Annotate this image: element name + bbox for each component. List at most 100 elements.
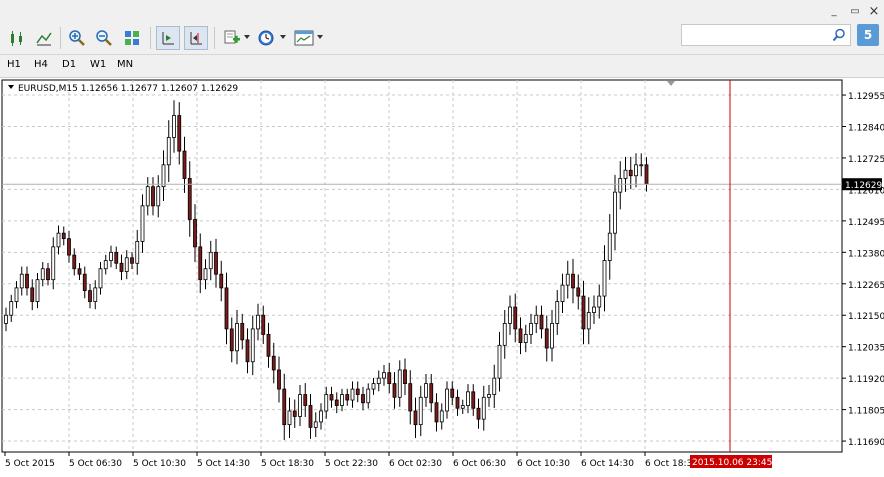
candle-body-bull [298, 394, 302, 417]
candle-body-bull [51, 246, 56, 281]
candle-body-bull [371, 383, 376, 390]
y-tick-label: 1.11805 [848, 407, 884, 417]
new-order-dropdown-icon[interactable] [244, 35, 250, 39]
candle-body-bear [77, 268, 82, 275]
candle-body-bull [586, 312, 591, 330]
candle-body-bull [340, 394, 344, 406]
candle-body-bear [455, 396, 460, 409]
toolbar-separator [214, 27, 215, 49]
candle-body-bull [256, 314, 260, 330]
candle-body-bull [135, 240, 140, 264]
periods-dropdown-icon[interactable] [280, 35, 286, 39]
templates-button[interactable] [292, 26, 316, 50]
x-tick-label: 5 Oct 18:30 [261, 459, 314, 469]
candle-body-bear [539, 314, 544, 330]
candle-body-bull [550, 323, 554, 349]
timeframe-d1[interactable]: D1 [62, 59, 76, 70]
toolbar-separator [150, 27, 151, 49]
candle-body-bull [235, 323, 239, 352]
price-chart[interactable]: 1.129551.128401.127251.126101.124951.123… [0, 78, 884, 474]
autoscroll-button[interactable] [156, 26, 180, 50]
x-tick-label: 6 Oct 14:30 [581, 459, 634, 469]
templates-dropdown-icon[interactable] [317, 35, 323, 39]
candle-body-bull [439, 410, 444, 423]
candle-body-bear [271, 355, 276, 371]
notifications-badge[interactable]: 5 [857, 24, 879, 46]
search-icon[interactable] [832, 28, 846, 42]
candle-body-bear [345, 394, 350, 401]
candle-body-bull [203, 268, 208, 281]
candle-body-bull [618, 178, 623, 193]
candles-chart-button[interactable] [5, 26, 29, 50]
candle-body-bull [424, 383, 428, 398]
candle-body-bear [355, 388, 360, 395]
candle-body-bear [72, 254, 77, 270]
search-box[interactable] [681, 24, 851, 46]
candle-body-bull [313, 421, 318, 428]
candle-body-bear [476, 407, 481, 420]
timeframe-mn[interactable]: MN [117, 59, 133, 70]
zoom-in-button[interactable] [65, 26, 89, 50]
candle-body-bear [61, 232, 66, 240]
candle-body-bull [634, 164, 638, 177]
chart-window[interactable]: 1.12955 1.12840 1.12725 1.12610 1.12495 1.123… [0, 78, 884, 474]
candle-body-bear [67, 238, 71, 256]
candle-body-bear [119, 262, 124, 272]
y-tick-label: 1.12955 [848, 92, 884, 102]
candle-body-bear [434, 402, 439, 423]
timeframe-w1[interactable]: W1 [90, 59, 106, 70]
candle-body-bull [508, 306, 512, 324]
candle-body-bear [518, 328, 523, 343]
candle-body-bull [376, 377, 381, 385]
candle-body-bear [571, 273, 575, 289]
candle-body-bear [240, 323, 245, 341]
timeframe-h4[interactable]: H4 [34, 59, 48, 70]
candle-body-bull [397, 369, 402, 398]
new-order-button[interactable] [220, 26, 244, 50]
line-chart-button[interactable] [32, 26, 56, 50]
candle-body-bear [266, 333, 271, 357]
minimize-icon[interactable]: _ [826, 5, 842, 19]
candle-body-bull [623, 169, 628, 179]
candle-body-bull [166, 137, 171, 166]
candle-body-bear [544, 328, 549, 349]
candle-body-bear [219, 273, 224, 289]
restore-icon[interactable]: ▭ [847, 5, 863, 19]
tile-windows-button[interactable] [120, 26, 144, 50]
candle-body-bear [329, 394, 334, 401]
timeframe-h1[interactable]: H1 [7, 59, 21, 70]
y-tick-label: 1.12265 [848, 281, 884, 291]
candle-body-bear [182, 150, 187, 179]
candle-body-bull [382, 372, 386, 379]
current-price-label: 1.12629 [845, 181, 882, 191]
candle-body-bull [172, 115, 176, 138]
y-tick-label: 1.12495 [848, 218, 884, 228]
search-input[interactable] [686, 26, 830, 46]
candle-body-bear [450, 388, 455, 398]
x-tick-label: 5 Oct 06:30 [69, 459, 122, 469]
y-tick-label: 1.12150 [848, 312, 884, 322]
candle-body-bear [387, 372, 392, 385]
y-tick-label: 1.12840 [848, 124, 884, 134]
candle-body-bull [56, 232, 61, 248]
title-strip: _ ▭ × [0, 0, 884, 22]
candle-body-bull [523, 333, 528, 343]
candle-body-bear [130, 257, 134, 264]
candle-body-bull [124, 257, 129, 272]
zoom-out-button[interactable] [92, 26, 116, 50]
chart-shift-icon [190, 32, 202, 45]
candle-body-bull [597, 295, 602, 308]
candle-body-bull [319, 410, 323, 423]
candle-body-bull [324, 394, 329, 412]
candle-body-bull [287, 410, 292, 426]
toolbar-separator [60, 27, 61, 49]
main-toolbar: 5 [0, 22, 884, 55]
candle-body-bear [361, 394, 365, 404]
periods-button[interactable] [254, 26, 278, 50]
candle-body-bull [497, 344, 502, 379]
y-tick-label: 1.12035 [848, 344, 884, 354]
chart-shift-button[interactable] [184, 26, 208, 50]
candle-body-bull [592, 306, 596, 313]
close-icon[interactable]: × [866, 5, 882, 19]
candle-body-bear [628, 169, 633, 177]
